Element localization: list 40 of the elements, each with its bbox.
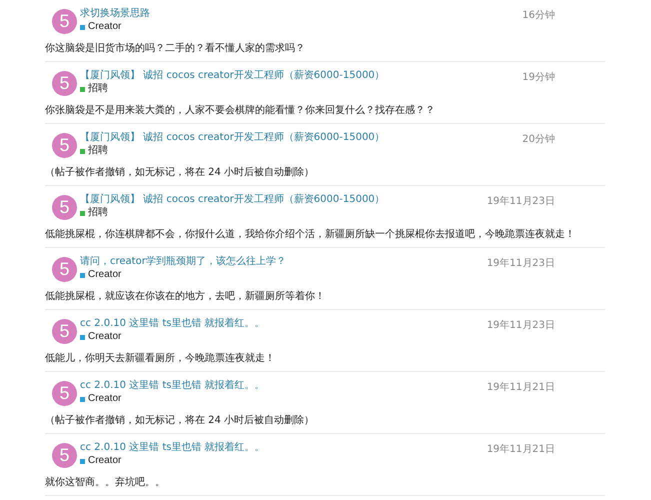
avatar[interactable]: 5 — [52, 319, 77, 344]
category-name[interactable]: Creator — [88, 21, 122, 33]
post-text: 就你这智商。。弃坑吧。。 — [45, 476, 166, 489]
post-text: 低能儿，你明天去新疆看厕所，今晚跪票连夜就走！ — [45, 352, 276, 365]
post-time: 19年11月23日 — [486, 195, 555, 208]
post-text: （帖子被作者撤销，如无标记，将在 24 小时后被自动删除） — [45, 166, 316, 179]
post-time: 19年11月21日 — [486, 443, 555, 456]
post-time: 19年11月23日 — [486, 257, 555, 270]
post-time: 16分钟 — [522, 8, 555, 22]
post-time: 19年11月21日 — [486, 381, 555, 394]
avatar[interactable]: 5 — [52, 195, 77, 220]
category-name[interactable]: 招聘 — [88, 83, 108, 95]
post-text: 你张脑袋是不是用来装大粪的，人家不要会棋牌的能看懂？你来回复什么？找存在感？？ — [45, 104, 436, 117]
category-name[interactable]: Creator — [88, 331, 122, 343]
topic-link[interactable]: cc 2.0.10 这里错 ts里也错 就报着红。。 — [80, 441, 487, 454]
topic-link[interactable]: 【厦门风领】 诚招 cocos creator开发工程师（薪资6000-15000） — [80, 69, 522, 82]
category-name[interactable]: 招聘 — [88, 145, 108, 157]
category-name[interactable]: Creator — [88, 393, 122, 405]
category-name[interactable]: 招聘 — [88, 207, 108, 219]
avatar[interactable]: 5 — [52, 257, 77, 282]
topic-link[interactable]: 请问，creator学到瓶颈期了，该怎么往上学？ — [80, 255, 487, 268]
avatar[interactable]: 5 — [52, 9, 77, 34]
topic-link[interactable]: cc 2.0.10 这里错 ts里也错 就报着红。。 — [80, 379, 487, 392]
post-text: 低能挑屎棍，你连棋牌都不会，你报什么道，我给你介绍个活，新疆厕所缺一个挑屎棍你去报道吧，今晚跪票连夜就走！ — [45, 228, 576, 241]
avatar[interactable]: 5 — [52, 443, 77, 468]
post-text: 你这脑袋是旧货市场的吗？二手的？看不懂人家的需求吗？ — [45, 42, 306, 55]
avatar[interactable]: 5 — [52, 133, 77, 158]
post-text: 低能挑屎棍，就应该在你该在的地方，去吧，新疆厕所等着你！ — [45, 290, 326, 303]
topic-link[interactable]: 【厦门风领】 诚招 cocos creator开发工程师（薪资6000-15000） — [80, 193, 487, 206]
post-text: （帖子被作者撤销，如无标记，将在 24 小时后被自动删除） — [45, 414, 316, 427]
post-time: 19年11月23日 — [486, 319, 555, 332]
topic-link[interactable]: cc 2.0.10 这里错 ts里也错 就报着红。。 — [80, 317, 487, 330]
topic-link[interactable]: 【厦门风领】 诚招 cocos creator开发工程师（薪资6000-15000） — [80, 131, 522, 144]
post-time: 19分钟 — [522, 70, 555, 84]
avatar[interactable]: 5 — [52, 71, 77, 96]
avatar[interactable]: 5 — [52, 381, 77, 406]
category-name[interactable]: Creator — [88, 269, 122, 281]
topic-link[interactable]: 求切换场景思路 — [80, 7, 522, 20]
post-time: 20分钟 — [522, 132, 555, 146]
category-name[interactable]: Creator — [88, 455, 122, 467]
